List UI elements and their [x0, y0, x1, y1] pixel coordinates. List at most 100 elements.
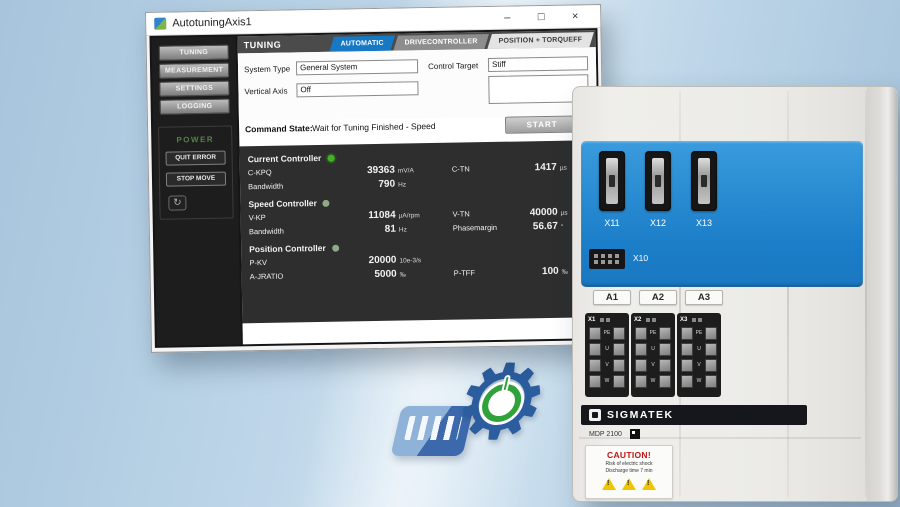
command-state-value: Wait for Tuning Finished - Speed	[312, 121, 436, 133]
section-title: Position Controller	[249, 243, 326, 254]
terminal-label: X3	[680, 317, 687, 323]
warning-triangle-icon	[642, 478, 656, 490]
pin-label: V	[647, 362, 658, 368]
sidebar-item-settings[interactable]: SETTINGS	[159, 81, 229, 97]
result-value: 100	[516, 266, 562, 278]
result-value	[515, 260, 561, 261]
terminal-header: X2	[634, 315, 672, 325]
control-target-label: Control Target	[428, 61, 478, 71]
result-section-current: Current Controller C-KPQ 39363 mV/A C-TN…	[248, 148, 585, 192]
result-label	[453, 261, 515, 262]
system-type-input[interactable]: General System	[296, 59, 418, 75]
connector-label-x11: X11	[597, 218, 627, 228]
connector-x12	[645, 151, 671, 211]
result-value: 39363	[312, 165, 398, 177]
status-dot-icon	[327, 154, 334, 161]
result-unit: 10e-3/s	[399, 257, 453, 265]
result-section-speed: Speed Controller V-KP 11084 µA/rpm V-TN …	[248, 193, 585, 237]
terminal-row: U	[634, 341, 672, 357]
sidebar-item-tuning[interactable]: TUNING	[159, 45, 229, 61]
terminal-block-x3: X3 PE U V W	[677, 313, 721, 397]
sidebar: TUNING MEASUREMENT SETTINGS LOGGING POWE…	[152, 36, 241, 345]
maximize-button[interactable]: □	[524, 11, 558, 24]
pin-label: W	[601, 378, 612, 384]
result-label: Bandwidth	[248, 181, 312, 191]
axis-label: A1	[606, 292, 618, 303]
terminal-row: W	[588, 373, 626, 389]
terminal-row: W	[680, 373, 718, 389]
result-row: Bandwidth 81 Hz Phasemargin 56.67 °	[249, 220, 585, 237]
terminal-header: X3	[680, 315, 718, 325]
brand-name: SIGMATEK	[607, 409, 674, 421]
result-value: 40000	[515, 207, 561, 219]
terminal-row: PE	[634, 325, 672, 341]
stop-move-button[interactable]: STOP MOVE	[166, 172, 226, 187]
caution-title: CAUTION!	[586, 450, 672, 460]
vertical-axis-label: Vertical Axis	[244, 87, 287, 97]
section-title: Speed Controller	[248, 198, 317, 209]
result-unit: Hz	[399, 226, 453, 234]
result-value	[514, 184, 560, 185]
status-dot-icon	[332, 244, 339, 251]
caution-line: Discharge time 7 min	[586, 468, 672, 474]
power-control-group: POWER QUIT ERROR STOP MOVE ↻	[158, 126, 234, 220]
tab-drivecontroller[interactable]: DRIVECONTROLLER	[394, 34, 490, 51]
vertical-axis-input[interactable]: Off	[296, 81, 418, 97]
pin-label: U	[601, 346, 612, 352]
start-button[interactable]: START	[505, 115, 579, 133]
sidebar-item-logging[interactable]: LOGGING	[160, 99, 230, 115]
terminal-row: PE	[588, 325, 626, 341]
command-state-label: Command State:	[245, 123, 313, 134]
app-window: AutotuningAxis1 – □ × TUNING MEASUREMENT…	[145, 4, 607, 353]
window-title: AutotuningAxis1	[172, 12, 490, 30]
terminal-row: W	[634, 373, 672, 389]
close-button[interactable]: ×	[558, 10, 592, 23]
pin-label: V	[601, 362, 612, 368]
pin-label: PE	[693, 330, 704, 336]
terminal-block-x2: X2 PE U V W	[631, 313, 675, 397]
result-label: C-TN	[452, 164, 514, 174]
page-title: TUNING	[244, 40, 282, 51]
power-button[interactable]: POWER	[159, 135, 231, 145]
pin-label: PE	[647, 330, 658, 336]
result-unit: mV/A	[398, 167, 452, 175]
caution-label: CAUTION! Risk of electric shock Discharg…	[585, 445, 673, 499]
tab-automatic[interactable]: AUTOMATIC	[330, 36, 396, 52]
connector-x10	[589, 249, 625, 269]
result-label: A-JRATIO	[250, 271, 314, 281]
datamatrix-code-icon	[630, 429, 640, 439]
pin-label: U	[647, 346, 658, 352]
result-label: Bandwidth	[249, 226, 313, 236]
minimize-button[interactable]: –	[490, 11, 524, 24]
result-unit: µA/rpm	[399, 212, 453, 220]
control-target-input[interactable]: Stiff	[488, 56, 588, 72]
axis-plate-a2: A2	[639, 290, 677, 305]
main-panel: TUNING AUTOMATIC DRIVECONTROLLER POSITIO…	[237, 30, 600, 344]
result-value: 20000	[313, 255, 399, 267]
app-icon	[154, 18, 166, 30]
axis-label: A2	[652, 292, 664, 303]
pin-label: PE	[601, 330, 612, 336]
result-label	[452, 185, 514, 186]
refresh-icon[interactable]: ↻	[168, 195, 186, 210]
result-value: 5000	[314, 269, 400, 281]
warning-triangle-icon	[602, 478, 616, 490]
status-dot-icon	[323, 199, 330, 206]
axis-label: A3	[698, 292, 710, 303]
result-value: 56.67	[515, 221, 561, 233]
warning-triangle-icon	[622, 478, 636, 490]
result-value: 1417	[514, 162, 560, 174]
result-label: P-KV	[249, 257, 313, 267]
terminal-row: PE	[680, 325, 718, 341]
sigmatek-drive-module: X11 X12 X13 X10 A1 A2 A3 X1 PE U V W X2 …	[572, 86, 898, 502]
terminal-header: X1	[588, 315, 626, 325]
result-row: A-JRATIO 5000 ‰ P-TFF 100 ‰	[250, 265, 586, 282]
section-title: Current Controller	[248, 153, 322, 164]
brand-strip: SIGMATEK	[581, 405, 807, 425]
result-row: Bandwidth 790 Hz	[248, 175, 584, 192]
terminal-row: U	[588, 341, 626, 357]
sidebar-item-measurement[interactable]: MEASUREMENT	[159, 63, 229, 79]
quit-error-button[interactable]: QUIT ERROR	[165, 151, 225, 166]
connector-label-x10: X10	[633, 253, 648, 263]
result-value: 81	[313, 224, 399, 236]
